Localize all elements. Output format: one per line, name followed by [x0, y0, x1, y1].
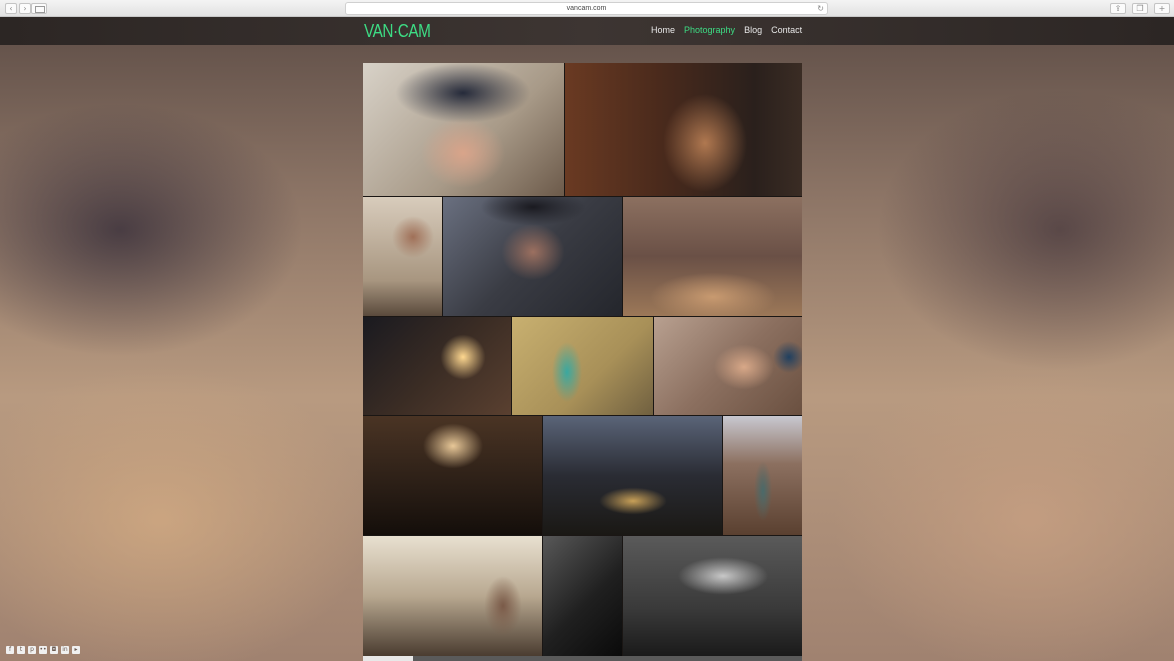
social-links: f t p •• ◘ in ▸: [6, 646, 80, 654]
photo-gallery: [363, 63, 802, 661]
share-button[interactable]: ⇪: [1110, 3, 1126, 14]
gallery-photo[interactable]: [543, 416, 722, 535]
instagram-icon[interactable]: ◘: [50, 646, 58, 654]
gallery-photo[interactable]: [723, 416, 802, 535]
gallery-photo[interactable]: [543, 536, 622, 656]
sidebar-toggle-button[interactable]: [31, 3, 47, 14]
reload-icon[interactable]: ↻: [817, 3, 824, 14]
gallery-photo[interactable]: [363, 63, 564, 196]
tabs-button[interactable]: ❐: [1132, 3, 1148, 14]
main-nav: Home Photography Blog Contact: [651, 25, 802, 35]
flickr-icon[interactable]: ••: [39, 646, 47, 654]
gallery-photo[interactable]: [363, 317, 511, 415]
gallery-photo[interactable]: [654, 317, 802, 415]
gallery-photo[interactable]: [363, 416, 542, 535]
linkedin-icon[interactable]: in: [61, 646, 69, 654]
twitter-icon[interactable]: t: [17, 646, 25, 654]
gallery-photo[interactable]: [565, 63, 802, 196]
nav-home[interactable]: Home: [651, 25, 675, 35]
gallery-photo[interactable]: [443, 197, 622, 316]
browser-toolbar: ‹ › vancam.com ↻ ⇪ ❐ +: [0, 0, 1174, 17]
browser-right-buttons: ⇪ ❐ +: [1110, 3, 1170, 14]
vimeo-icon[interactable]: ▸: [72, 646, 80, 654]
facebook-icon[interactable]: f: [6, 646, 14, 654]
site-header: VAN·CAM Home Photography Blog Contact: [0, 17, 1174, 45]
address-bar[interactable]: vancam.com ↻: [345, 2, 828, 15]
pinterest-icon[interactable]: p: [28, 646, 36, 654]
gallery-next-row: [363, 656, 802, 661]
gallery-photo[interactable]: [363, 536, 542, 656]
gallery-photo[interactable]: [623, 536, 802, 656]
back-button[interactable]: ‹: [5, 3, 17, 14]
site-logo[interactable]: VAN·CAM: [364, 21, 431, 42]
gallery-photo[interactable]: [623, 197, 802, 316]
nav-photography[interactable]: Photography: [684, 25, 735, 35]
gallery-photo[interactable]: [512, 317, 653, 415]
url-text: vancam.com: [566, 5, 607, 12]
nav-blog[interactable]: Blog: [744, 25, 762, 35]
new-tab-button[interactable]: +: [1154, 3, 1170, 14]
browser-nav-buttons: ‹ ›: [5, 3, 31, 14]
nav-contact[interactable]: Contact: [771, 25, 802, 35]
forward-button[interactable]: ›: [19, 3, 31, 14]
gallery-photo[interactable]: [363, 197, 442, 316]
